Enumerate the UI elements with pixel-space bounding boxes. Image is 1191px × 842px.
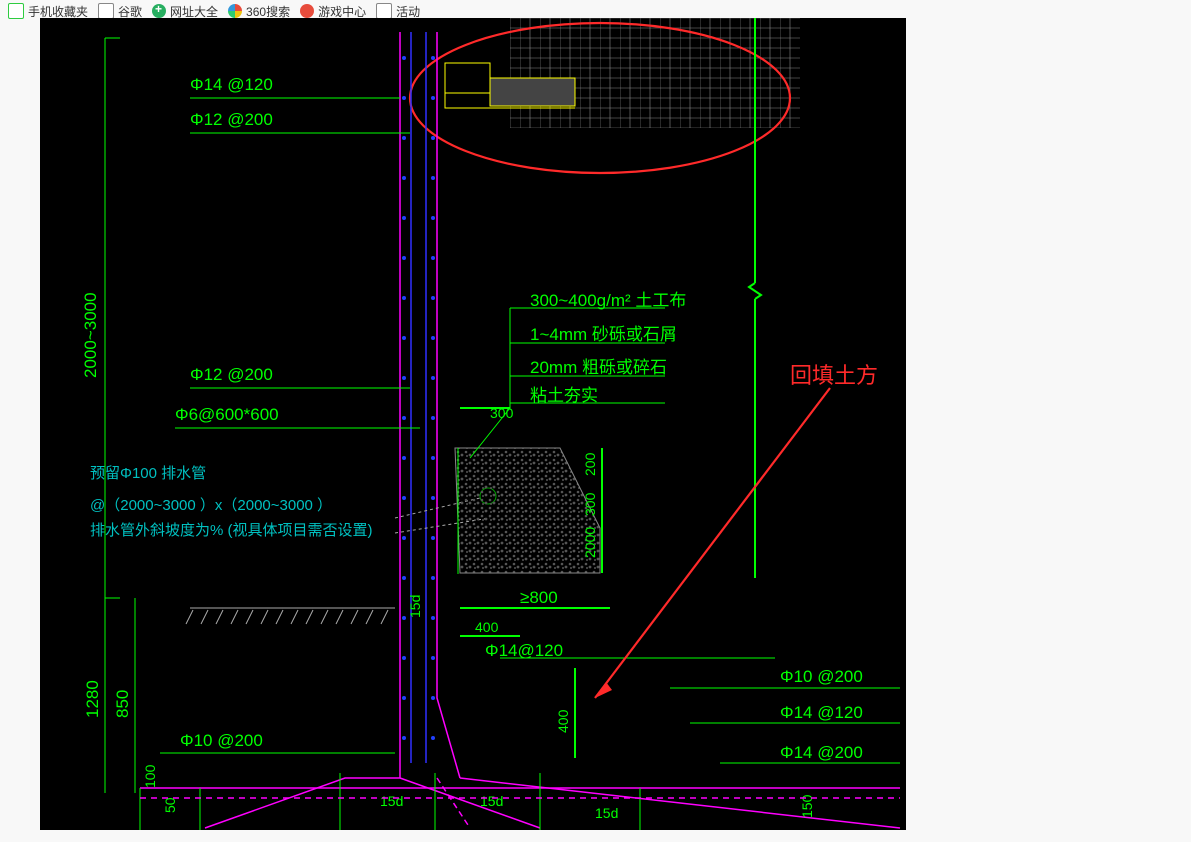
bookmark-label: 手机收藏夹 [28,3,88,20]
dim-400: 400 [475,619,499,635]
top-hatch-fill [510,18,800,128]
annot-phi10-200-left: Φ10 @200 [180,731,263,750]
bookmark-label: 谷歌 [118,3,142,20]
bookmark-label: 360搜索 [246,3,290,20]
note-sand: 1~4mm 砂砾或石屑 [530,325,677,344]
cad-drawing-viewport[interactable]: (视具体项目需否设置) [40,18,906,830]
bookmark-item[interactable]: 网址大全 [152,3,218,20]
annot-drain-slope: 排水管外斜坡度为% (视具体项目需否设置) [90,522,373,539]
dim-200: 200 [582,452,598,476]
dim-2000: 2000 [582,527,598,558]
bookmark-item[interactable]: 360搜索 [228,3,290,20]
page-icon [98,3,114,19]
cad-svg: (视具体项目需否设置) [40,18,906,830]
note-coarse: 20mm 粗砾或碎石 [530,358,667,377]
bookmark-item[interactable]: 活动 [376,3,420,20]
gravel-fill [455,448,600,573]
annot-phi14-120: Φ14 @120 [190,75,273,94]
dim-15d-c: 15d [480,793,503,809]
bookmark-label: 活动 [396,3,420,20]
annot-phi14-120-r: Φ14@120 [485,641,563,660]
bookmark-item[interactable]: 谷歌 [98,3,142,20]
annot-phi14-120-r2: Φ14 @120 [780,703,863,722]
dim-50: 50 [162,797,178,813]
dim-15d-a: 15d [407,595,423,618]
bookmark-label: 游戏中心 [318,3,366,20]
note-clay: 粘土夯实 [530,386,598,405]
dim-15d-b: 15d [380,793,403,809]
annot-phi12-200-mid: Φ12 @200 [190,365,273,384]
top-slab [490,78,575,106]
game-icon [300,4,314,18]
360-icon [228,4,242,18]
page-icon [376,3,392,19]
bookmark-label: 网址大全 [170,3,218,20]
bookmark-item[interactable]: 游戏中心 [300,3,366,20]
wall-inner-bars [411,32,426,763]
bookmark-item[interactable]: 手机收藏夹 [8,3,88,20]
dim-300b: 300 [582,492,598,516]
dim-400v: 400 [555,709,571,733]
top-yellow-block [445,63,490,93]
dim-15d-d: 15d [595,805,618,821]
rebar-dots [402,56,435,740]
annot-phi12-200-top: Φ12 @200 [190,110,273,129]
annot-reserve-pipe: 预留Φ100 排水管 [90,465,206,482]
annot-phi14-200-r: Φ14 @200 [780,743,863,762]
dim-850: 850 [113,690,132,718]
dim-v-2000-3000: 2000~3000 [81,292,100,378]
annot-phi6-600-600: Φ6@600*600 [175,405,279,424]
annot-phi10-200-r: Φ10 @200 [780,667,863,686]
plus-icon [152,4,166,18]
dim-100: 100 [142,764,158,788]
annotation-red-label: 回填土方 [790,358,878,390]
note-geotextile: 300~400g/m² 土工布 [530,291,686,310]
dim-ge800: ≥800 [520,588,558,607]
annot-at-range: @（2000~3000 ）x（2000~3000 ） [90,497,332,514]
favorites-icon [8,3,24,19]
dim-1280: 1280 [83,680,102,718]
ground-hatch-left [186,608,395,624]
